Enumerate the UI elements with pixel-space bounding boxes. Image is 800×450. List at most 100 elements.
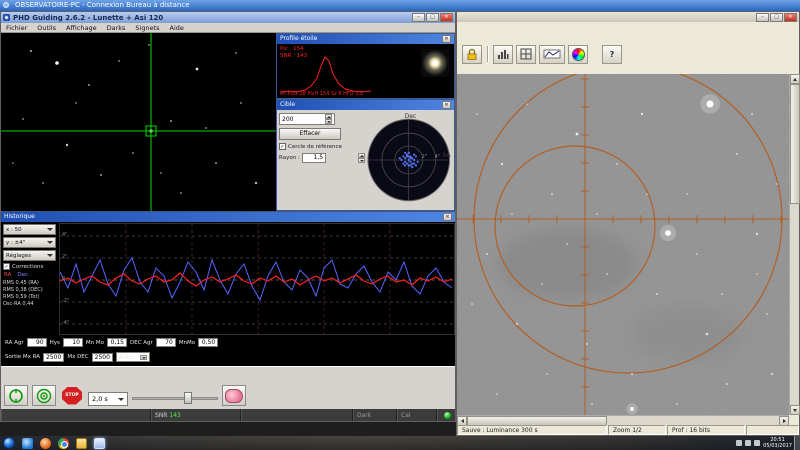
hidden-icons-icon[interactable] [736, 440, 742, 446]
ytick-0: 4" [62, 232, 67, 238]
histogram-button[interactable] [493, 45, 513, 64]
toolbar-separator [487, 46, 488, 62]
lock-button[interactable] [462, 45, 482, 64]
rdp-connection-bar[interactable]: OBSERVATOIRE-PC - Connexion Bureau à dis… [0, 0, 800, 11]
dec-agr-input[interactable]: 70 [156, 338, 176, 347]
menu-signets[interactable]: Signets [130, 24, 164, 32]
taskbar-clock[interactable]: 20:51 05/03/2017 [763, 437, 792, 449]
imaging-minimize-button[interactable]: – [756, 13, 769, 22]
menu-outils[interactable]: Outils [32, 24, 61, 32]
corrections-checkbox[interactable]: ✓ [3, 263, 10, 270]
vertical-scrollbar[interactable] [789, 74, 799, 415]
system-tray: 20:51 05/03/2017 [736, 436, 792, 450]
show-desktop-button[interactable] [794, 436, 800, 450]
guiding-graph-plot[interactable]: 4" 2" 0 -2" -4" [59, 223, 455, 335]
advanced-settings-button[interactable] [222, 385, 246, 406]
target-close-icon[interactable]: ✕ [442, 101, 451, 109]
menu-fichier[interactable]: Fichier [1, 24, 32, 32]
levels-icon [543, 48, 561, 60]
minimize-button[interactable]: – [412, 13, 425, 22]
radius-label: Rayon : [279, 155, 300, 161]
phd-main-toolbar: STOP 2,0 s [1, 366, 455, 409]
imaging-maximize-button[interactable]: ▢ [770, 13, 783, 22]
phd-titlebar[interactable]: PHD Guiding 2.6.2 - Lunette + Asi 120 – … [1, 12, 455, 23]
imaging-titlebar[interactable]: – ▢ ✕ [457, 12, 799, 22]
imaging-statusbar: Sauve : Luminance 300 s Zoom 1/2 Prof : … [457, 425, 799, 435]
hys-input[interactable]: 10 [63, 338, 83, 347]
guiding-params-row1: RA Agr 90 Hys 10 Mn Mo 0,15 DEC Agr 70 M… [5, 338, 218, 347]
help-button[interactable]: ? [602, 45, 622, 64]
vertical-scroll-thumb[interactable] [790, 84, 800, 204]
image-viewport[interactable] [457, 74, 789, 415]
ra-trace [60, 273, 452, 286]
slider-thumb[interactable] [184, 392, 192, 404]
network-icon[interactable] [745, 440, 751, 446]
mnmo-ra-input[interactable]: 0,15 [107, 338, 127, 347]
scroll-down-button[interactable] [790, 405, 800, 415]
star-profile-panel: Profile étoile ✕ Pic : 154 SNR : 143 Mi-… [276, 33, 455, 99]
scroll-up-button[interactable] [790, 74, 800, 84]
target-title: Cible [280, 100, 295, 110]
windows-explorer-icon[interactable] [76, 438, 87, 449]
radius-spinner[interactable] [358, 153, 365, 163]
clock-date: 05/03/2017 [763, 443, 792, 449]
dec-trace [60, 258, 452, 300]
zoom-spinner[interactable] [325, 114, 332, 124]
max-ra-input[interactable]: 2500 [43, 353, 64, 362]
rms-dec: RMS 0,38 (DEC) [3, 287, 57, 294]
clear-target-button[interactable]: Effacer [279, 128, 341, 140]
dec-mode-select[interactable]: Auto [116, 352, 150, 362]
firefox-icon[interactable] [40, 438, 51, 449]
target-zoom-select[interactable]: 200 [279, 113, 335, 125]
hys-label: Hys [50, 340, 60, 346]
menu-aide[interactable]: Aide [165, 24, 189, 32]
pin-icon[interactable] [3, 2, 9, 8]
horizontal-scrollbar[interactable] [457, 415, 789, 425]
target-titlebar[interactable]: Cible ✕ [277, 100, 454, 110]
star-thumbnail [421, 49, 449, 77]
volume-icon[interactable] [754, 440, 760, 446]
ra-agr-input[interactable]: 90 [27, 338, 47, 347]
display-mode-button[interactable] [539, 45, 565, 64]
graph-settings-button[interactable]: Réglages [3, 250, 56, 261]
loop-icon [8, 388, 24, 404]
history-titlebar[interactable]: Historique ✕ [1, 212, 455, 222]
osc-ra: Osc-RA 0,44 [3, 301, 57, 308]
maximize-button[interactable]: ▢ [426, 13, 439, 22]
stop-button[interactable]: STOP [60, 385, 84, 406]
close-button[interactable]: ✕ [440, 13, 453, 22]
mnmo-dec-input[interactable]: 0,50 [198, 338, 218, 347]
status-message [1, 409, 151, 421]
color-button[interactable] [568, 45, 588, 64]
mnmo-ra-label: Mn Mo [86, 340, 104, 346]
max-dec-input[interactable]: 2500 [92, 353, 113, 362]
star-profile-titlebar[interactable]: Profile étoile ✕ [277, 34, 454, 44]
star-profile-close-icon[interactable]: ✕ [442, 35, 451, 43]
legend-dec[interactable]: Dec [17, 272, 28, 278]
phd-guiding-window: PHD Guiding 2.6.2 - Lunette + Asi 120 – … [0, 11, 456, 422]
internet-explorer-icon[interactable] [22, 438, 33, 449]
ra-agr-label: RA Agr [5, 340, 24, 346]
x-scale-select[interactable]: x : 50 [3, 224, 56, 235]
grid-button[interactable] [516, 45, 536, 64]
imaging-app-taskbar-icon[interactable] [94, 438, 105, 449]
imaging-close-button[interactable]: ✕ [784, 13, 797, 22]
menu-affichage[interactable]: Affichage [61, 24, 102, 32]
exposure-duration-select[interactable]: 2,0 s [88, 392, 128, 406]
guide-button[interactable] [32, 385, 56, 406]
chrome-icon[interactable] [58, 438, 69, 449]
ytick-2: 0 [62, 276, 65, 282]
target-axis-ra-label: RA [442, 152, 451, 159]
radius-input[interactable]: 1,5 [302, 153, 326, 163]
menu-darks[interactable]: Darks [102, 24, 131, 32]
connection-led [444, 412, 451, 419]
start-button[interactable] [3, 437, 15, 449]
y-scale-select[interactable]: y : ±4" [3, 237, 56, 248]
legend-ra[interactable]: RA [4, 272, 11, 278]
ytick-4: -4" [62, 320, 69, 326]
loop-exposures-button[interactable] [4, 385, 28, 406]
snr-segment: SNR 143 [151, 409, 241, 421]
reference-circle-checkbox[interactable]: ✓ [279, 143, 286, 150]
stretch-slider[interactable] [132, 390, 218, 406]
history-close-icon[interactable]: ✕ [443, 213, 452, 221]
